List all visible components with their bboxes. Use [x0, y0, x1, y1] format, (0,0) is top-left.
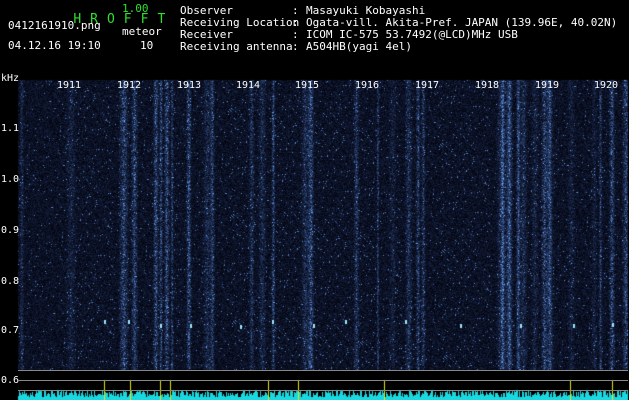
minute-label: 1920	[594, 80, 619, 91]
file-name: 0412161910.png	[8, 19, 101, 32]
minute-label: 1913	[177, 80, 202, 91]
y-tick: 1.1	[1, 123, 20, 134]
minute-label: 1917	[415, 80, 440, 91]
capture-datetime: 04.12.16 19:10	[8, 39, 101, 52]
y-tick: 0.7	[1, 325, 20, 336]
y-tick: 1.0	[1, 174, 20, 185]
meteor-label: meteor	[122, 25, 162, 38]
minute-label: 1912	[117, 80, 142, 91]
threshold-line	[18, 380, 628, 381]
y-tick: 0.6	[1, 375, 20, 386]
minute-label: 1918	[475, 80, 500, 91]
antenna-value: A504HB(yagi 4el)	[306, 40, 412, 53]
hroft-screen: HROFFT 1.00 0412161910.png meteor 04.12.…	[0, 0, 629, 400]
antenna-colon: :	[292, 40, 299, 53]
minute-label: 1911	[57, 80, 82, 91]
minute-label: 1915	[295, 80, 320, 91]
minute-label: 1914	[236, 80, 261, 91]
minute-label: 1919	[535, 80, 560, 91]
threshold-line	[18, 390, 628, 391]
y-tick: 0.9	[1, 225, 20, 236]
spectrogram	[0, 72, 629, 400]
y-tick: 0.8	[1, 276, 20, 287]
y-axis-unit: kHz	[1, 73, 20, 84]
threshold-line	[18, 370, 628, 371]
antenna-label: Receiving antenna	[180, 40, 293, 53]
meteor-count: 10	[140, 39, 154, 52]
minute-label: 1916	[355, 80, 380, 91]
app-version: 1.00	[122, 2, 149, 15]
